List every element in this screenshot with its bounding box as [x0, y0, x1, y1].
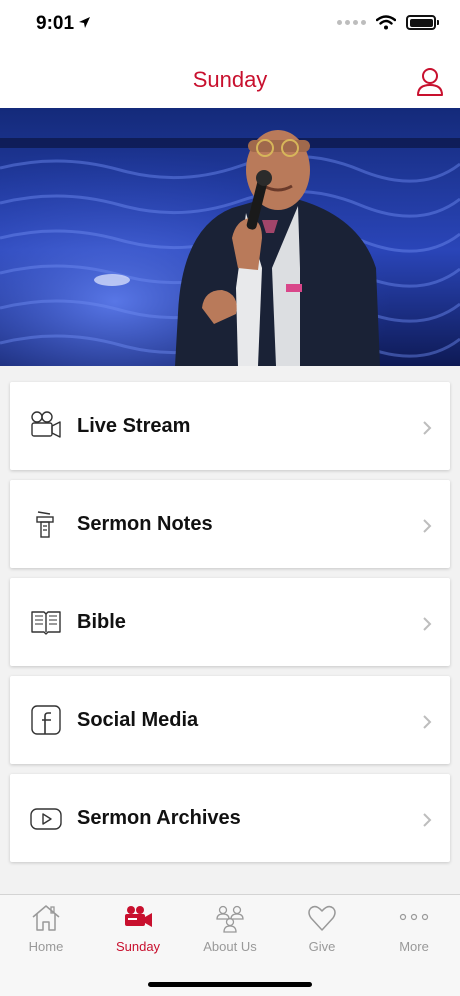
facebook-icon — [31, 705, 61, 735]
menu-item-label: Social Media — [77, 709, 199, 731]
tab-give[interactable]: Give — [276, 895, 368, 965]
battery-icon — [406, 15, 439, 30]
tab-home[interactable]: Home — [0, 895, 92, 965]
tab-label: Sunday — [115, 939, 161, 954]
tab-label: Give — [308, 939, 336, 954]
hero-image — [0, 108, 460, 366]
menu-item-label: Sermon Notes — [77, 513, 213, 535]
menu-item-sermon-notes[interactable]: Sermon Notes — [10, 480, 450, 568]
menu-item-social-media[interactable]: Social Media — [10, 676, 450, 764]
status-bar: 9:01 — [0, 0, 460, 50]
chevron-right-icon — [423, 519, 432, 533]
chevron-right-icon — [423, 421, 432, 435]
chevron-right-icon — [423, 813, 432, 827]
menu-item-sermon-archives[interactable]: Sermon Archives — [10, 774, 450, 862]
menu-item-live-stream[interactable]: Live Stream — [10, 382, 450, 470]
chevron-right-icon — [423, 617, 432, 631]
youtube-play-icon — [30, 808, 62, 830]
menu-item-label: Live Stream — [77, 415, 191, 437]
wifi-icon — [376, 15, 396, 30]
status-time: 9:01 — [36, 13, 75, 34]
video-camera-icon — [125, 906, 152, 927]
more-dots-icon — [399, 913, 429, 921]
preacher-photo — [0, 108, 460, 366]
tab-label: About Us — [203, 939, 257, 954]
pulpit-icon — [36, 511, 54, 538]
tab-about-us[interactable]: About Us — [184, 895, 276, 965]
signal-icon — [337, 20, 366, 25]
video-camera-icon — [31, 411, 61, 438]
tab-sunday[interactable]: Sunday — [92, 895, 184, 965]
menu-item-label: Sermon Archives — [77, 807, 241, 829]
home-icon — [32, 905, 60, 931]
status-indicators — [337, 15, 439, 30]
tab-label: More — [399, 939, 429, 954]
book-icon — [31, 611, 61, 635]
heart-icon — [308, 905, 336, 931]
menu-item-label: Bible — [77, 611, 126, 633]
navigation-bar: Sunday — [0, 50, 460, 108]
tab-bar: Home Sunday About Us Give More — [0, 894, 460, 996]
page-title: Sunday — [192, 67, 268, 92]
menu-item-bible[interactable]: Bible — [10, 578, 450, 666]
people-icon — [216, 905, 244, 933]
home-indicator — [148, 982, 312, 987]
profile-icon[interactable] — [416, 67, 444, 97]
tab-more[interactable]: More — [368, 895, 460, 965]
chevron-right-icon — [423, 715, 432, 729]
menu-list: Live Stream Sermon Notes Bible Social Me… — [10, 382, 450, 872]
tab-label: Home — [28, 939, 64, 954]
location-arrow-icon — [79, 17, 90, 28]
